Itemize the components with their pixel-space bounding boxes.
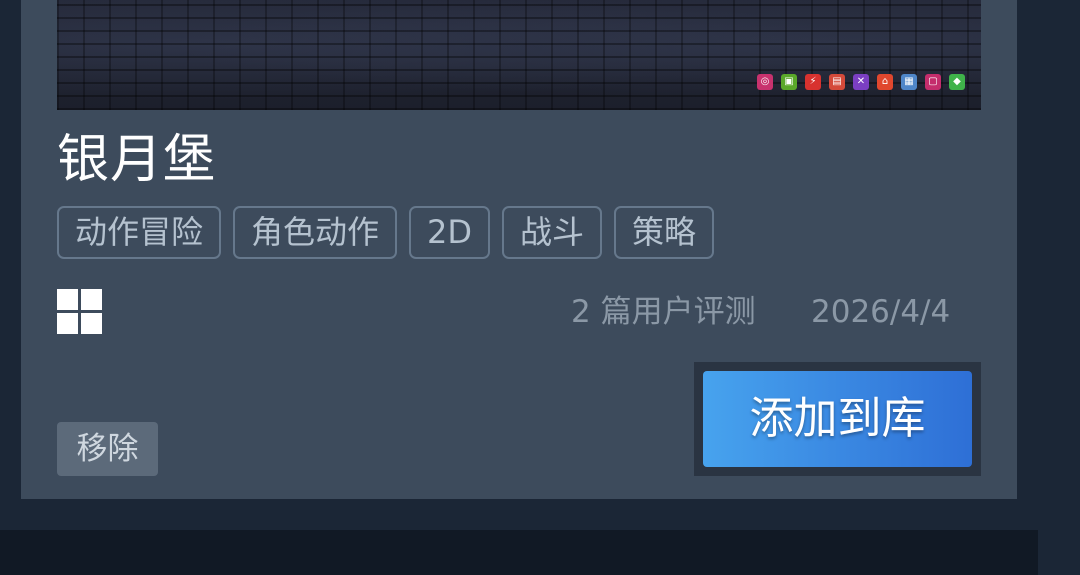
release-date: 2026/4/4 [811,294,951,330]
windows-icon [57,289,102,334]
tag-strategy[interactable]: 策略 [614,206,715,259]
game-title[interactable]: 银月堡 [57,128,216,192]
grid-icon: ▦ [901,74,917,90]
tag-action-adventure[interactable]: 动作冒险 [57,206,222,259]
add-to-library-button[interactable]: 添加到库 [703,371,972,467]
tag-character-action[interactable]: 角色动作 [233,206,398,259]
remove-button[interactable]: 移除 [57,422,158,476]
home-icon: ⌂ [877,74,893,90]
game-card: ◎ ▣ ⚡ ▤ ✕ ⌂ ▦ ▢ ◆ 银月堡 动作冒险 角色动作 2D 战斗 策略 2 篇用户评测… [21,0,1017,499]
tag-2d[interactable]: 2D [409,206,491,259]
screen-icon: ▤ [829,74,845,90]
bottom-bar [0,530,1038,575]
game-banner-image[interactable]: ◎ ▣ ⚡ ▤ ✕ ⌂ ▦ ▢ ◆ [57,0,981,110]
review-count: 2 篇用户评测 [571,294,756,330]
banner-icon-row: ◎ ▣ ⚡ ▤ ✕ ⌂ ▦ ▢ ◆ [757,74,965,90]
gem-icon: ◆ [949,74,965,90]
tag-list: 动作冒险 角色动作 2D 战斗 策略 [57,206,715,259]
monitor-icon: ▣ [781,74,797,90]
box-icon: ▢ [925,74,941,90]
tag-combat[interactable]: 战斗 [502,206,603,259]
circle-icon: ◎ [757,74,773,90]
cross-icon: ✕ [853,74,869,90]
lightning-icon: ⚡ [805,74,821,90]
